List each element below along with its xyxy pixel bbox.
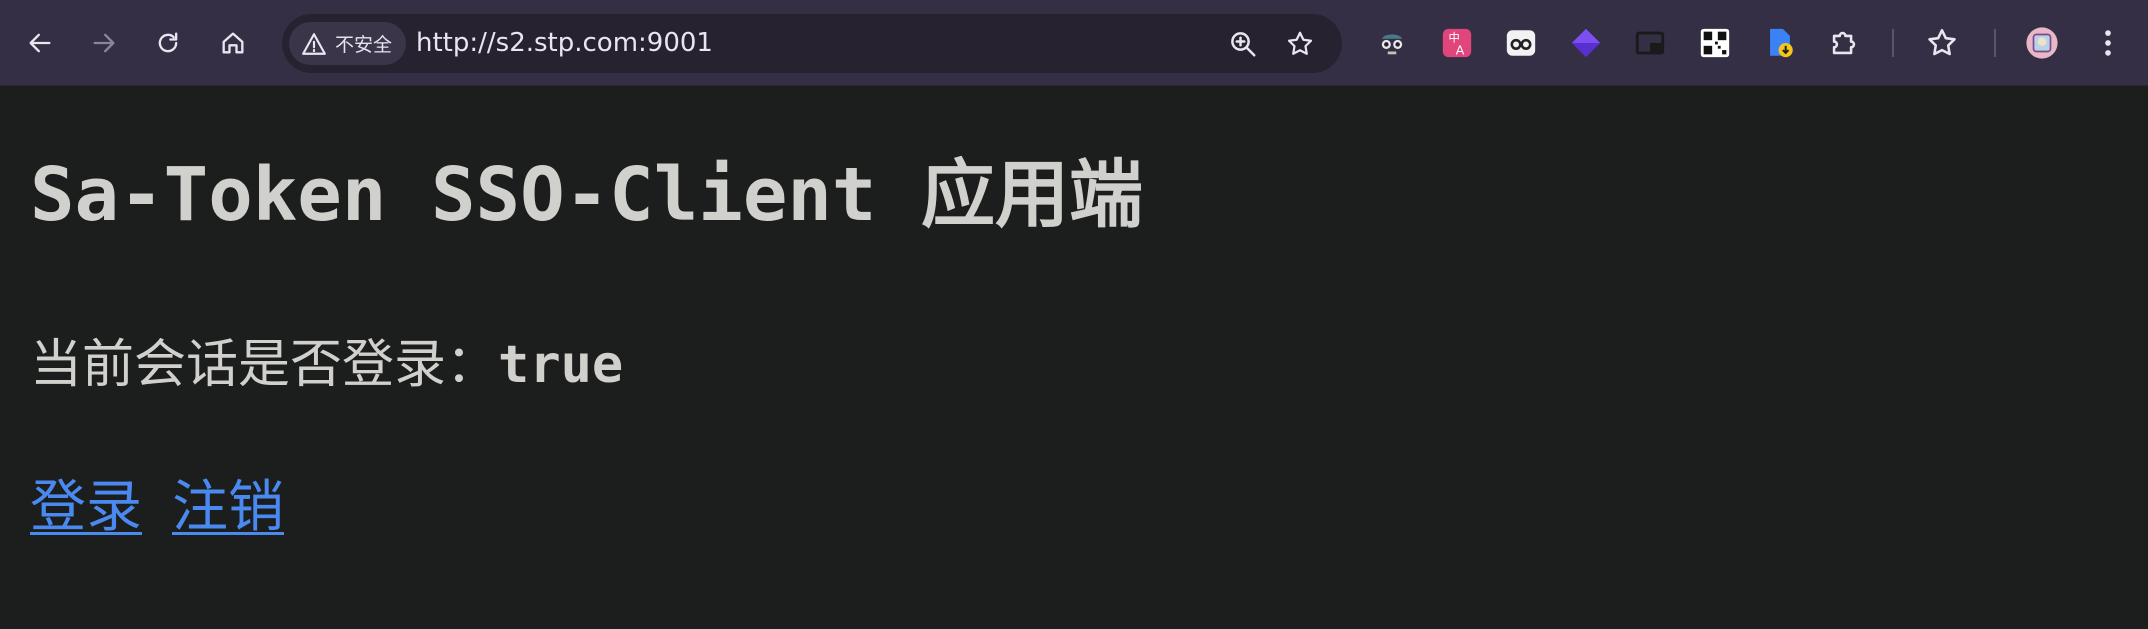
- logout-link[interactable]: 注销: [172, 475, 284, 540]
- puzzle-icon: [1832, 31, 1856, 55]
- back-button[interactable]: [19, 22, 61, 64]
- reload-button[interactable]: [147, 22, 189, 64]
- browser-toolbar: 不安全 http://s2.stp.com:9001 中A: [0, 0, 2148, 86]
- extension-translate[interactable]: 中A: [1439, 25, 1475, 61]
- toolbar-separator: [1994, 29, 1996, 57]
- home-icon: [222, 32, 244, 54]
- login-link[interactable]: 登录: [30, 475, 142, 540]
- extension-diamond[interactable]: [1568, 25, 1604, 61]
- extension-spy[interactable]: [1374, 25, 1410, 61]
- qr-code-icon: [1700, 28, 1730, 58]
- translate-icon: 中A: [1442, 28, 1472, 58]
- spy-glasses-icon: [1381, 34, 1403, 55]
- login-status: 当前会话是否登录：true: [30, 322, 623, 397]
- security-label: 不安全: [335, 34, 393, 56]
- login-status-label: 当前会话是否登录：: [30, 335, 499, 395]
- file-download-icon: [1770, 28, 1793, 58]
- home-button[interactable]: [212, 22, 254, 64]
- page-title: Sa-Token SSO-Client 应用端: [30, 152, 1144, 238]
- extension-qr[interactable]: [1697, 25, 1733, 61]
- svg-text:A: A: [1456, 43, 1465, 58]
- address-bar[interactable]: 不安全 http://s2.stp.com:9001: [282, 14, 1342, 73]
- bookmark-button[interactable]: [1282, 26, 1318, 62]
- url-text[interactable]: http://s2.stp.com:9001: [416, 14, 713, 73]
- reading-list-button[interactable]: [1924, 25, 1960, 61]
- purple-diamond-icon: [1571, 28, 1601, 58]
- forward-button[interactable]: [83, 22, 125, 64]
- extensions-menu-button[interactable]: [1826, 25, 1862, 61]
- star-list-icon: [1928, 28, 1956, 56]
- forward-arrow-icon: [93, 33, 115, 53]
- extension-file-download[interactable]: [1762, 25, 1798, 61]
- avatar: [2026, 27, 2058, 59]
- toolbar-separator: [1892, 29, 1894, 57]
- extension-pip[interactable]: [1632, 25, 1668, 61]
- reload-icon: [158, 32, 178, 53]
- profile-button[interactable]: [2024, 25, 2060, 61]
- mask-icon: [1506, 30, 1536, 56]
- back-arrow-icon: [29, 33, 51, 53]
- zoom-button[interactable]: [1225, 26, 1261, 62]
- picture-in-picture-icon: [1635, 31, 1665, 55]
- auth-links: 登录 注销: [30, 462, 314, 543]
- star-icon: [1287, 31, 1313, 55]
- zoom-in-icon: [1231, 32, 1256, 57]
- kebab-menu-icon: [2105, 30, 2111, 56]
- security-chip[interactable]: 不安全: [289, 22, 407, 65]
- extension-mask[interactable]: [1503, 25, 1539, 61]
- login-status-value: true: [498, 335, 624, 395]
- browser-menu-button[interactable]: [2090, 25, 2126, 61]
- warning-triangle-icon: [302, 32, 326, 55]
